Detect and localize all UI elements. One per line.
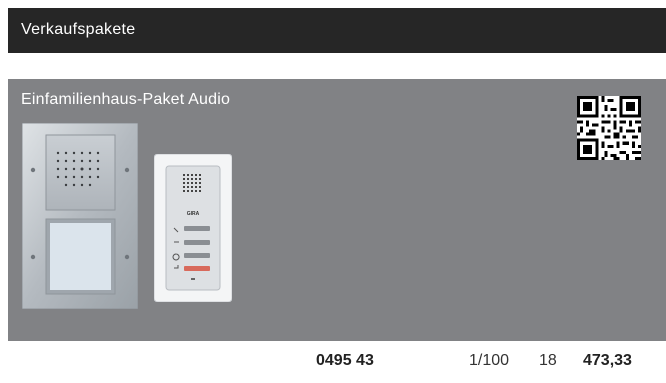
article-number: 0495 43 [316,352,374,369]
product-panel: Einfamilienhaus-Paket Audio GIRA [8,79,666,341]
home-station-image: GIRA [154,154,232,302]
qr-code-icon[interactable] [577,96,641,160]
section-header: Verkaufspakete [8,8,666,53]
price-group: 18 [539,352,557,369]
price: 473,33 [583,352,632,369]
price-row: 0495 43 1/100 18 473,33 [0,352,666,376]
product-title: Einfamilienhaus-Paket Audio [21,91,231,108]
section-title: Verkaufspakete [21,21,136,38]
door-station-image [22,123,138,309]
brand-label: GIRA [187,211,200,217]
pack-unit: 1/100 [469,352,510,369]
